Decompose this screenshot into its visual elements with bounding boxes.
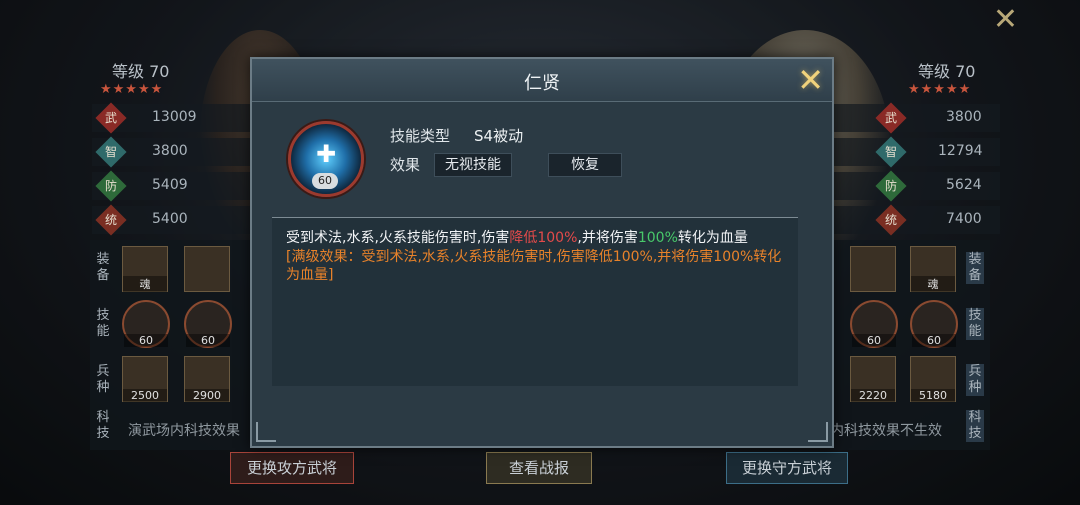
troop-label: 兵种 <box>966 364 984 396</box>
change-defender-button[interactable]: 更换守方武将 <box>726 452 848 484</box>
effect-tag: 无视技能 <box>434 153 512 177</box>
skill-type-value: S4被动 <box>474 127 524 145</box>
right-stat-row: 武 3800 <box>830 102 1000 134</box>
close-screen-icon[interactable]: ✕ <box>993 2 1018 37</box>
left-troop-slot[interactable]: 2900 <box>184 356 230 402</box>
reduction-value: 降低100% <box>509 230 578 246</box>
left-stat-row: 智 3800 <box>92 136 262 168</box>
change-attacker-button[interactable]: 更换攻方武将 <box>230 452 354 484</box>
left-skill-slot[interactable]: 60 <box>184 300 232 348</box>
left-stat-row: 武 13009 <box>92 102 262 134</box>
attack-icon: 武 <box>95 102 127 134</box>
intellect-icon: 智 <box>875 136 907 168</box>
intellect-icon: 智 <box>95 136 127 168</box>
left-skill-slot[interactable]: 60 <box>122 300 170 348</box>
right-equip-slot[interactable]: 魂 <box>910 246 956 292</box>
equip-label: 装备 <box>96 252 110 283</box>
troop-label: 兵种 <box>96 364 110 395</box>
skill-description-box: 受到术法,水系,火系技能伤害时,伤害降低100%,并将伤害100%转化为血量 [… <box>272 217 798 386</box>
right-tech-text: 内科技效果不生效 <box>830 423 942 439</box>
tech-label: 科技 <box>966 410 984 442</box>
lightning-shield-icon: ✚ <box>315 140 337 168</box>
modal-close-icon[interactable]: ✕ <box>797 61 824 99</box>
conversion-value: 100% <box>637 230 678 246</box>
modal-corner-ornament <box>256 422 276 442</box>
right-level: 等级 70 <box>918 62 976 81</box>
max-level-effect: [满级效果：受到术法,水系,火系技能伤害时,伤害降低100%,并将伤害100%转… <box>286 249 782 283</box>
skill-label: 技能 <box>966 308 984 340</box>
defense-icon: 防 <box>95 170 127 202</box>
modal-title: 仁贤 <box>524 73 560 94</box>
command-icon: 统 <box>875 204 907 236</box>
left-level: 等级 70 <box>112 62 170 81</box>
right-troop-slot[interactable]: 2220 <box>850 356 896 402</box>
effect-tag: 恢复 <box>548 153 622 177</box>
skill-level-badge: 60 <box>312 173 338 189</box>
right-skill-slot[interactable]: 60 <box>910 300 958 348</box>
command-icon: 统 <box>95 204 127 236</box>
right-stat-row: 统 7400 <box>830 204 1000 236</box>
effect-label: 效果 <box>390 156 421 174</box>
left-troop-slot[interactable]: 2500 <box>122 356 168 402</box>
right-equip-slot[interactable] <box>850 246 896 292</box>
skill-type-label: 技能类型 <box>390 127 451 145</box>
left-stat-row: 防 5409 <box>92 170 262 202</box>
tech-label: 科技 <box>96 410 110 441</box>
left-stars: ★★★★★ <box>100 82 164 97</box>
left-equip-slot[interactable] <box>184 246 230 292</box>
right-troop-slot[interactable]: 5180 <box>910 356 956 402</box>
skill-detail-modal: 仁贤 ✕ ✚ 60 技能类型 S4被动 效果 无视技能 恢复 受到术法,水系,火… <box>250 57 834 448</box>
modal-header: 仁贤 <box>252 59 832 102</box>
right-stars: ★★★★★ <box>908 82 972 97</box>
left-equip-slot[interactable]: 魂 <box>122 246 168 292</box>
equip-label: 装备 <box>966 252 984 284</box>
view-report-button[interactable]: 查看战报 <box>486 452 592 484</box>
right-stat-row: 防 5624 <box>830 170 1000 202</box>
left-stat-row: 统 5400 <box>92 204 262 236</box>
right-stat-row: 智 12794 <box>830 136 1000 168</box>
attack-icon: 武 <box>875 102 907 134</box>
defense-icon: 防 <box>875 170 907 202</box>
right-skill-slot[interactable]: 60 <box>850 300 898 348</box>
modal-corner-ornament <box>808 422 828 442</box>
skill-description: 受到术法,水系,火系技能伤害时,伤害降低100%,并将伤害100%转化为血量 <box>286 230 748 246</box>
left-tech-text: 演武场内科技效果 <box>128 423 240 439</box>
skill-label: 技能 <box>96 308 110 339</box>
